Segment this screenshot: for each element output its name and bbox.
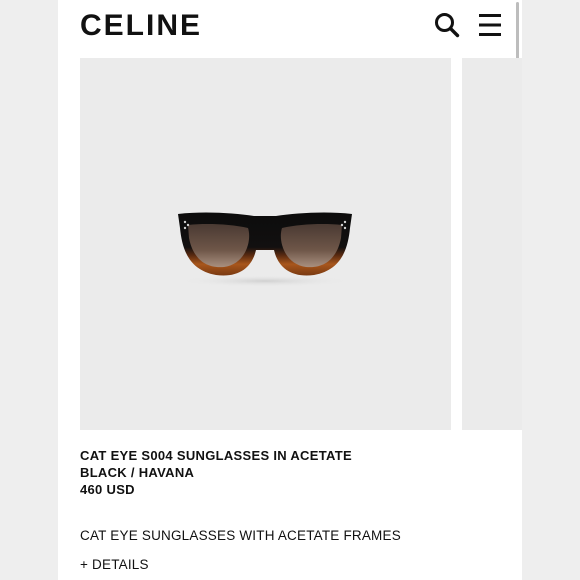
- product-image[interactable]: [80, 58, 451, 430]
- product-variant: BLACK / HAVANA: [80, 465, 195, 480]
- background-left: [0, 0, 58, 580]
- product-price: 460 USD: [80, 482, 135, 497]
- product-title: CAT EYE S004 SUNGLASSES IN ACETATE: [80, 448, 352, 463]
- brand-logo[interactable]: CELINE: [80, 9, 202, 43]
- phone-screen: CELINE CAT EYE S004 SUNGLASSES IN ACETAT…: [58, 0, 522, 580]
- menu-button[interactable]: [478, 13, 502, 37]
- background-right: [522, 0, 580, 580]
- next-product-image[interactable]: [462, 58, 522, 430]
- sunglasses-image: [177, 212, 353, 287]
- search-icon: [435, 13, 460, 38]
- details-toggle[interactable]: + DETAILS: [80, 557, 149, 572]
- product-description: CAT EYE SUNGLASSES WITH ACETATE FRAMES: [80, 528, 401, 543]
- search-button[interactable]: [434, 12, 460, 38]
- hamburger-menu-icon: [479, 14, 501, 36]
